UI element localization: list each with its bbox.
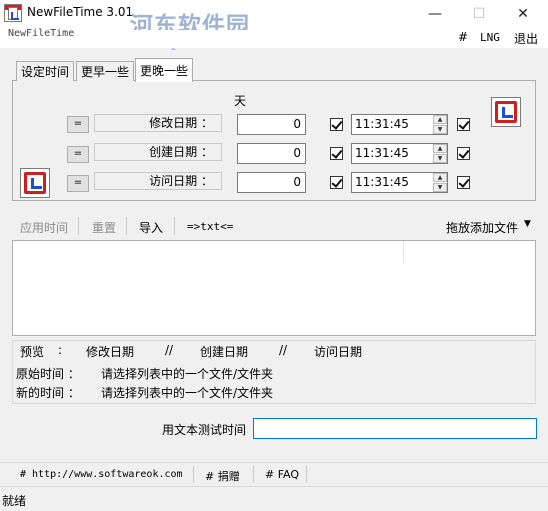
tab-earlier[interactable]: 更早一些 xyxy=(76,61,135,81)
test-time-label: 用文本测试时间 xyxy=(162,423,247,437)
accessed-date-label: 访问日期 ： xyxy=(94,172,222,190)
created-days-checkbox[interactable] xyxy=(330,147,343,160)
chevron-down-icon[interactable]: ▼ xyxy=(524,219,531,229)
tab-later[interactable]: 更晚一些 xyxy=(135,58,194,82)
preview-accessed-header: 访问日期 xyxy=(314,345,363,359)
created-time-checkbox[interactable] xyxy=(457,147,470,160)
created-time-spinner[interactable]: ▲ ▼ xyxy=(433,144,447,163)
days-header: 天 xyxy=(234,94,247,108)
status-bar xyxy=(0,488,548,511)
created-days-input[interactable]: 0 xyxy=(237,143,306,164)
close-button[interactable]: ✕ xyxy=(500,0,546,28)
equal-button-modified[interactable]: = xyxy=(67,116,89,133)
toolbar-separator xyxy=(78,217,79,235)
modified-days-checkbox[interactable] xyxy=(330,118,343,131)
toolbar-separator xyxy=(174,217,175,235)
original-time-value: 请选择列表中的一个文件/文件夹 xyxy=(101,367,274,381)
website-link[interactable]: # http://www.softwareok.com xyxy=(20,469,183,480)
accessed-days-checkbox[interactable] xyxy=(330,176,343,189)
menu-hash[interactable]: # xyxy=(458,30,468,44)
status-text: 就绪 xyxy=(2,494,27,508)
modified-time-spinner[interactable]: ▲ ▼ xyxy=(433,115,447,134)
tab-set-time[interactable]: 设定时间 xyxy=(16,61,75,81)
maximize-button[interactable]: ☐ xyxy=(456,0,502,28)
drag-add-files-button[interactable]: 拖放添加文件 xyxy=(446,219,518,236)
modified-days-input[interactable]: 0 xyxy=(237,114,306,135)
modified-time-checkbox[interactable] xyxy=(457,118,470,131)
preview-label: 预览 xyxy=(20,345,45,359)
reset-button[interactable]: 重置 xyxy=(92,219,116,236)
app-icon[interactable] xyxy=(4,4,22,22)
equal-button-created[interactable]: = xyxy=(67,146,89,163)
preview-separator: // xyxy=(165,343,174,357)
footer-separator xyxy=(193,466,194,483)
minimize-button[interactable]: — xyxy=(412,0,458,28)
accessed-time-checkbox[interactable] xyxy=(457,176,470,189)
newfiletime-icon-left[interactable] xyxy=(20,168,50,198)
menu-language[interactable]: LNG xyxy=(480,31,500,44)
accessed-days-input[interactable]: 0 xyxy=(237,172,306,193)
app-subtitle: NewFileTime xyxy=(8,28,75,39)
preview-created-header: 创建日期 xyxy=(200,345,249,359)
created-date-label: 创建日期 ： xyxy=(94,143,222,161)
modified-date-label: 修改日期 ： xyxy=(94,114,222,132)
original-time-label: 原始时间 ： xyxy=(16,367,80,381)
preview-colon: : xyxy=(58,343,63,357)
newfiletime-icon-right[interactable] xyxy=(491,97,521,127)
equal-button-accessed[interactable]: = xyxy=(67,175,89,192)
menu-exit[interactable]: 退出 xyxy=(514,30,538,47)
export-txt-button[interactable]: =>txt<= xyxy=(187,220,233,233)
import-button[interactable]: 导入 xyxy=(139,219,163,236)
apply-time-button[interactable]: 应用时间 xyxy=(20,219,68,236)
faq-link[interactable]: # FAQ xyxy=(265,468,299,481)
donate-link[interactable]: # 捐赠 xyxy=(205,468,240,484)
new-time-label: 新的时间 ： xyxy=(16,386,80,400)
test-time-input[interactable] xyxy=(253,418,537,439)
file-list[interactable] xyxy=(12,240,536,336)
accessed-time-spinner[interactable]: ▲ ▼ xyxy=(433,173,447,192)
footer-separator xyxy=(253,466,254,483)
column-divider[interactable] xyxy=(403,241,404,263)
new-time-value: 请选择列表中的一个文件/文件夹 xyxy=(101,386,274,400)
toolbar-separator xyxy=(126,217,127,235)
footer-separator xyxy=(306,466,307,483)
preview-modified-header: 修改日期 xyxy=(86,345,135,359)
preview-separator: // xyxy=(279,343,288,357)
window-title: NewFileTime 3.01 xyxy=(27,5,134,19)
